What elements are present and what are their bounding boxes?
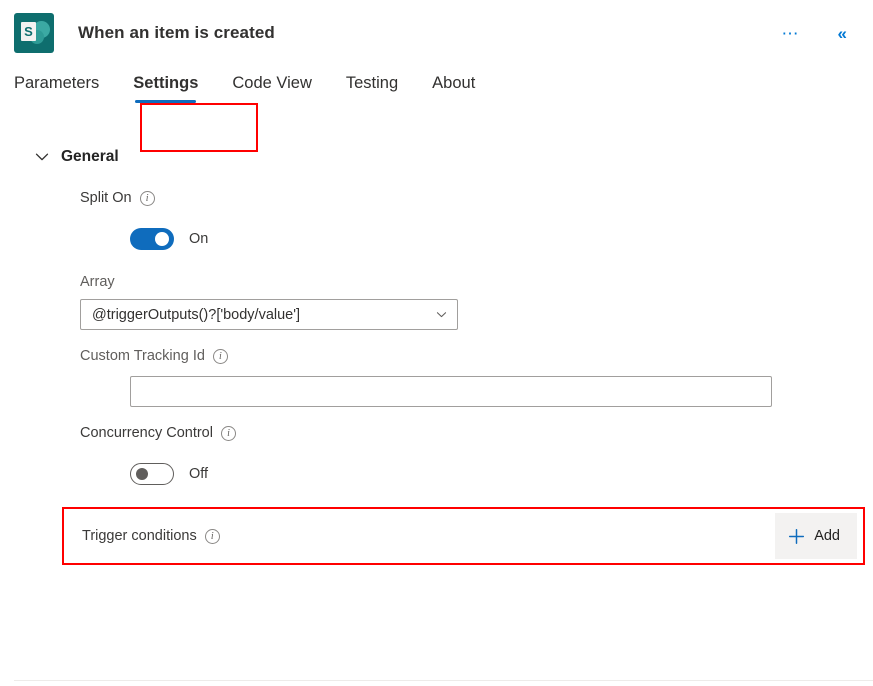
ellipsis-icon: ⋯ xyxy=(781,23,800,43)
concurrency-control-label: Concurrency Control xyxy=(80,425,213,441)
custom-tracking-id-label: Custom Tracking Id xyxy=(80,348,205,364)
field-label-split-on: Split On i xyxy=(80,190,853,206)
tab-bar: Parameters Settings Code View Testing Ab… xyxy=(0,66,873,122)
collapse-panel-button[interactable]: « xyxy=(832,21,853,46)
split-on-toggle-row: On xyxy=(130,228,853,250)
trigger-conditions-section: Trigger conditions i Add xyxy=(62,507,865,565)
info-icon[interactable]: i xyxy=(139,190,155,206)
field-label-trigger-conditions: Trigger conditions i xyxy=(82,528,220,544)
field-label-array: Array xyxy=(80,274,853,290)
tab-code-view[interactable]: Code View xyxy=(232,66,312,103)
array-dropdown[interactable]: @triggerOutputs()?['body/value'] xyxy=(80,299,458,330)
trigger-conditions-row: Trigger conditions i Add xyxy=(64,509,863,563)
tab-parameters[interactable]: Parameters xyxy=(14,66,99,103)
custom-tracking-id-input[interactable] xyxy=(130,376,772,407)
toggle-knob xyxy=(155,232,169,246)
tab-about-label: About xyxy=(432,74,476,92)
bottom-divider xyxy=(14,680,873,681)
sharepoint-icon: S xyxy=(14,13,54,53)
plus-icon xyxy=(789,528,805,544)
array-dropdown-value: @triggerOutputs()?['body/value'] xyxy=(92,306,301,323)
page-title: When an item is created xyxy=(78,23,275,42)
info-icon[interactable]: i xyxy=(220,425,236,441)
chevron-down-icon xyxy=(35,153,49,161)
tab-code-view-label: Code View xyxy=(232,74,312,92)
concurrency-control-toggle[interactable] xyxy=(130,463,174,485)
tab-parameters-label: Parameters xyxy=(14,74,100,92)
more-options-button[interactable]: ⋯ xyxy=(776,21,806,46)
panel-header: S When an item is created ⋯ « xyxy=(0,0,873,66)
tab-testing[interactable]: Testing xyxy=(346,66,398,103)
section-title-general: General xyxy=(61,148,119,165)
add-trigger-condition-button[interactable]: Add xyxy=(775,513,857,559)
field-label-concurrency-control: Concurrency Control i xyxy=(80,425,853,441)
section-header-general[interactable]: General xyxy=(0,148,873,166)
split-on-toggle-state: On xyxy=(189,231,209,247)
toggle-knob xyxy=(136,468,148,480)
settings-form: Split On i On Array @triggerOutputs()?['… xyxy=(0,166,873,485)
tab-testing-label: Testing xyxy=(345,74,399,92)
split-on-toggle[interactable] xyxy=(130,228,174,250)
tab-settings-label: Settings xyxy=(133,74,199,92)
tab-settings[interactable]: Settings xyxy=(133,66,198,103)
double-chevron-left-icon: « xyxy=(837,23,847,43)
array-label: Array xyxy=(80,274,115,290)
concurrency-control-toggle-row: Off xyxy=(130,463,853,485)
chevron-down-icon xyxy=(436,312,447,318)
concurrency-control-toggle-state: Off xyxy=(189,466,209,482)
info-icon[interactable]: i xyxy=(204,528,220,544)
tab-about[interactable]: About xyxy=(432,66,475,103)
info-icon[interactable]: i xyxy=(212,348,228,364)
add-button-label: Add xyxy=(814,528,840,544)
sharepoint-icon-letter: S xyxy=(21,22,36,41)
field-label-custom-tracking-id: Custom Tracking Id i xyxy=(80,348,853,364)
tab-active-underline xyxy=(135,100,197,103)
split-on-label: Split On xyxy=(80,190,132,206)
trigger-conditions-label: Trigger conditions xyxy=(82,528,197,544)
